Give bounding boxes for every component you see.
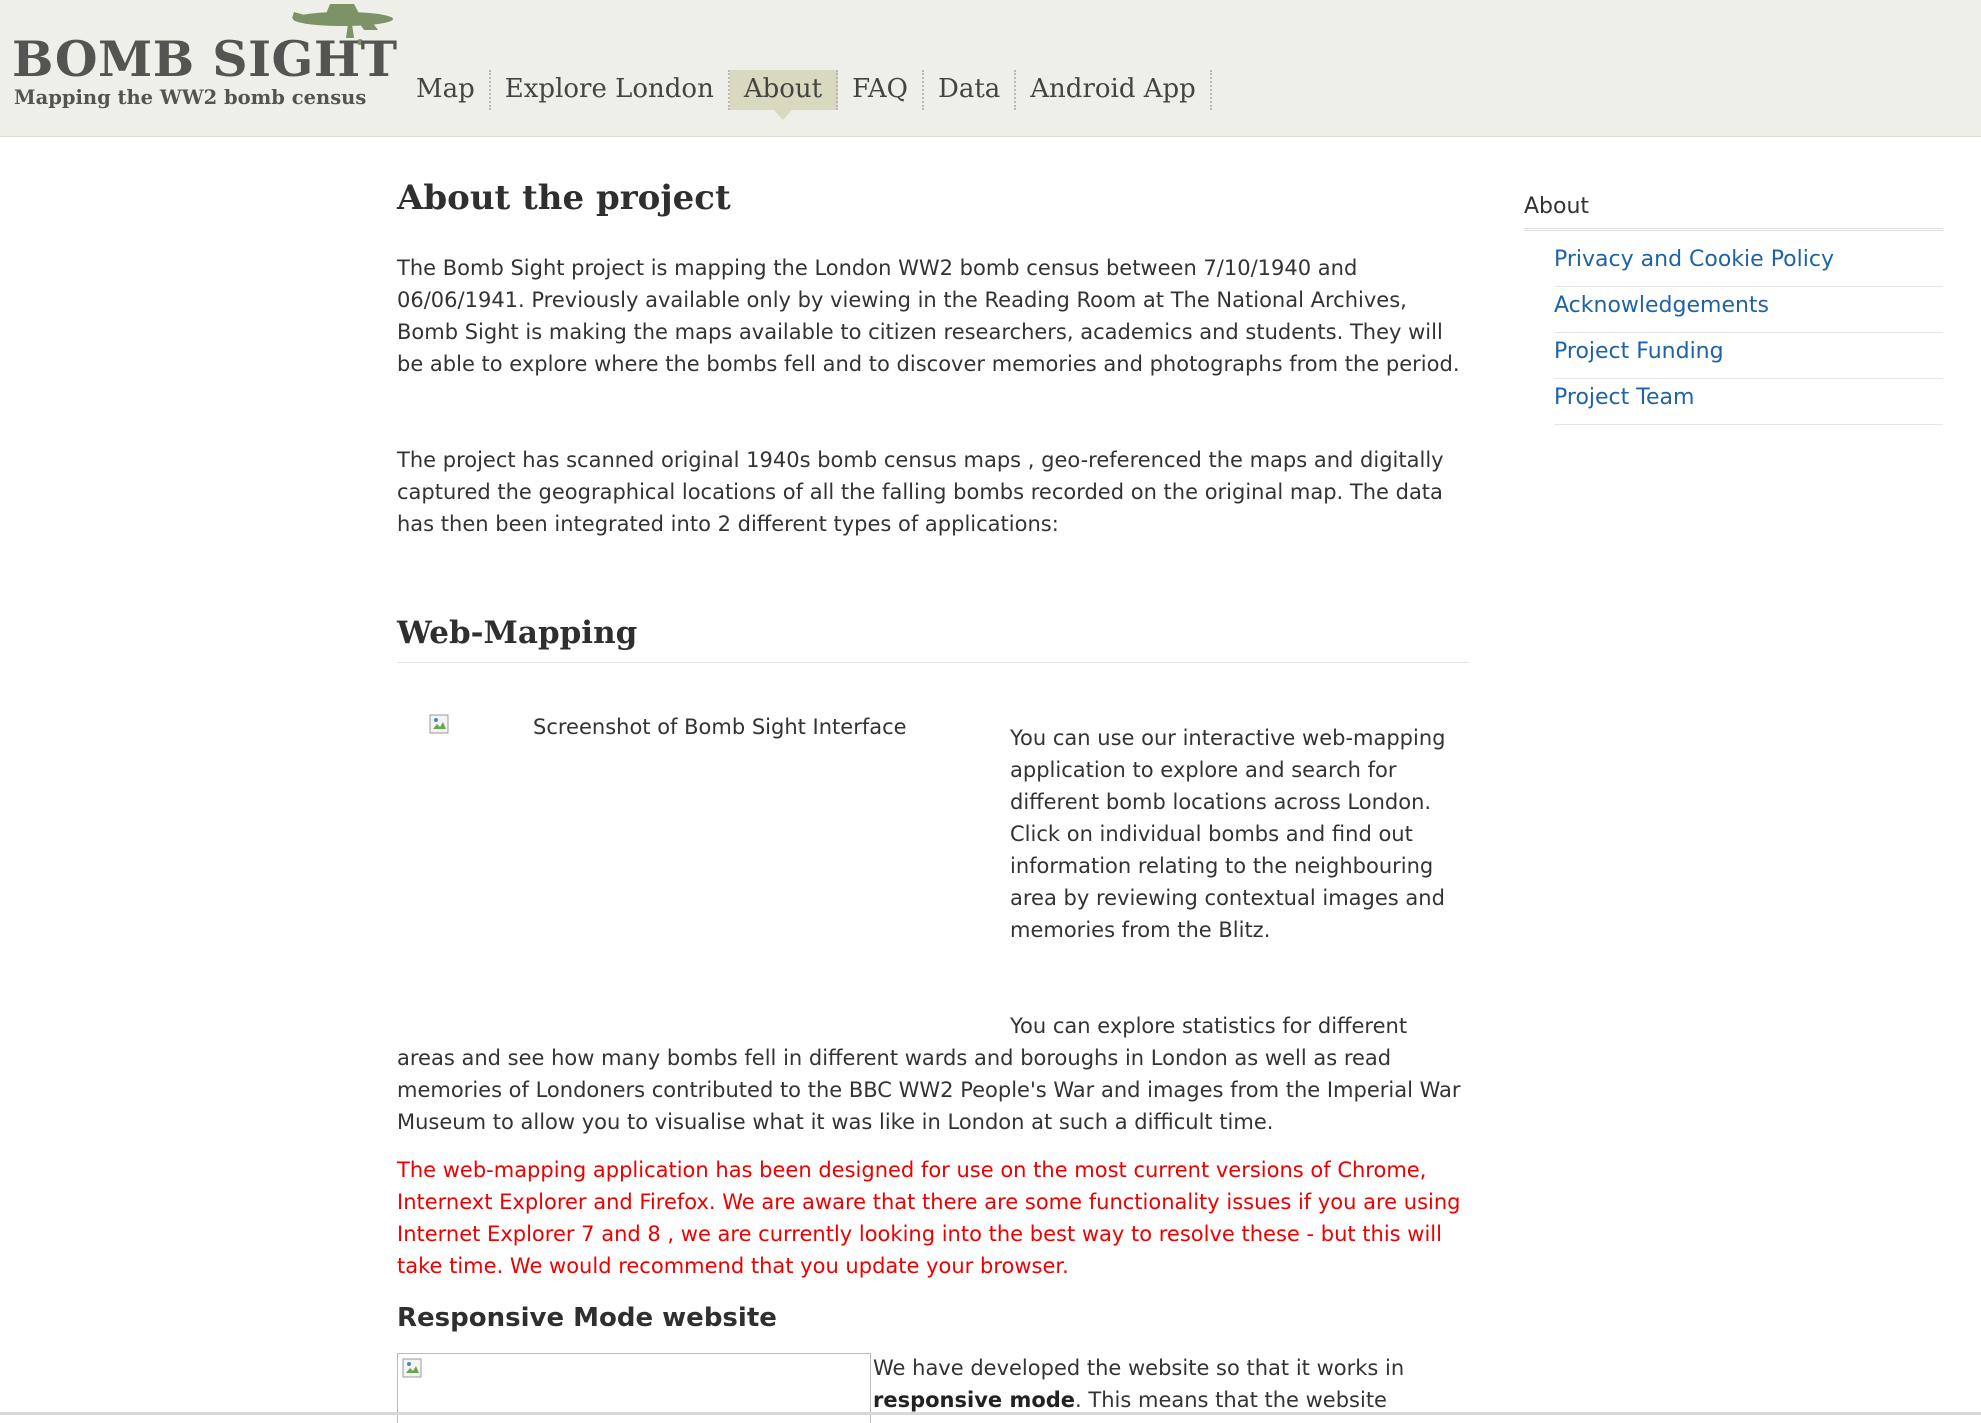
applications-paragraph: The project has scanned original 1940s b… [397,448,1444,536]
nav-android-app[interactable]: Android App [1016,70,1212,110]
page-title: About the project [397,178,731,218]
statistics-paragraph: You can explore statistics for different… [397,1014,1461,1134]
site-header: BOMB SIGHT Mapping the WW2 bomb census M… [0,0,1981,137]
nav-about[interactable]: About [729,70,839,120]
nav-data[interactable]: Data [924,70,1017,110]
broken-image-icon [429,714,449,734]
sidebar-item-privacy[interactable]: Privacy and Cookie Policy [1554,241,1943,287]
web-mapping-paragraph: You can use our interactive web-mapping … [1010,726,1446,942]
web-mapping-heading: Web-Mapping [397,610,1469,663]
main-nav: Map Explore London About FAQ Data Androi… [402,70,1212,120]
logo-subtitle: Mapping the WW2 bomb census [14,86,367,109]
sidebar-list: Privacy and Cookie Policy Acknowledgemen… [1524,241,1943,425]
nav-faq[interactable]: FAQ [838,70,924,110]
sidebar-item-project-team[interactable]: Project Team [1554,379,1943,425]
nav-map[interactable]: Map [402,70,491,110]
sidebar-item-acknowledgements[interactable]: Acknowledgements [1554,287,1943,333]
sidebar: About Privacy and Cookie Policy Acknowle… [1524,192,1943,425]
sidebar-item-project-funding[interactable]: Project Funding [1554,333,1943,379]
sidebar-title[interactable]: About [1524,192,1943,231]
main-content: About the project The Bomb Sight project… [397,170,1469,1423]
responsive-paragraph: We have developed the website so that it… [873,1352,1473,1416]
responsive-mode-bold: responsive mode [873,1388,1076,1412]
nav-explore-london[interactable]: Explore London [491,70,730,110]
responsive-text-before: We have developed the website so that it… [873,1356,1405,1380]
intro-paragraph: The Bomb Sight project is mapping the Lo… [397,256,1460,376]
screenshot-alt-text: Screenshot of Bomb Sight Interface [533,715,907,739]
responsive-heading: Responsive Mode website [397,1303,777,1333]
responsive-text-after: . This means that the website [1075,1388,1387,1412]
broken-image-icon [402,1358,422,1378]
logo-title[interactable]: BOMB SIGHT [12,30,398,88]
browser-warning: The web-mapping application has been des… [397,1158,1461,1278]
